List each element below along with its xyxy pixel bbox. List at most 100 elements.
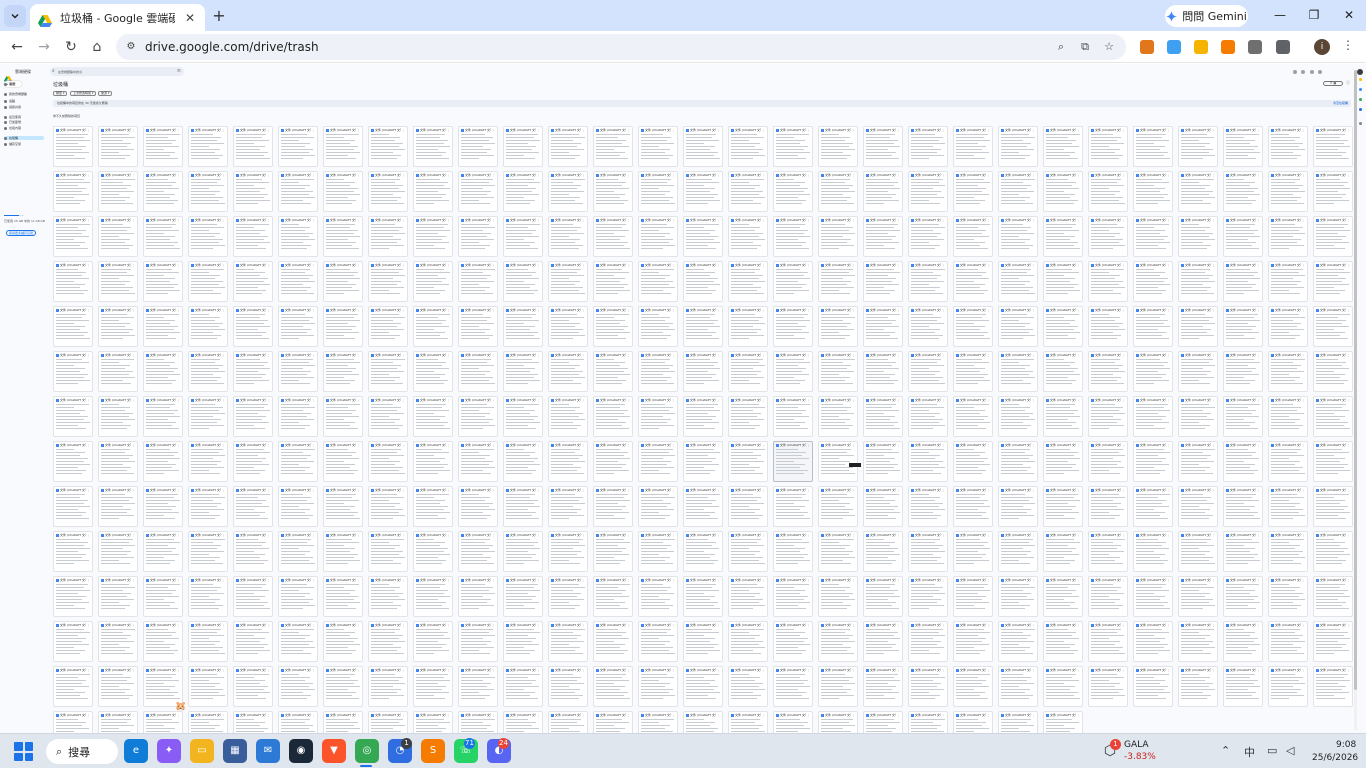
sidebar-item-6[interactable]: 垃圾內容: [4, 126, 44, 130]
file-card[interactable]: 文件 (ChatGPT 文字) 已刪除⋮: [683, 486, 723, 527]
more-actions-icon[interactable]: ⋮: [87, 218, 90, 222]
file-card[interactable]: 文件 (ChatGPT 文字) 已刪除⋮: [233, 621, 273, 662]
more-actions-icon[interactable]: ⋮: [492, 218, 495, 222]
more-actions-icon[interactable]: ⋮: [762, 488, 765, 492]
more-actions-icon[interactable]: ⋮: [717, 398, 720, 402]
more-actions-icon[interactable]: ⋮: [1302, 488, 1305, 492]
file-card[interactable]: 文件 (ChatGPT 文字) 已刪除⋮: [593, 306, 633, 347]
file-card[interactable]: 文件 (ChatGPT 文字) 已刪除⋮: [1178, 576, 1218, 617]
file-card[interactable]: 文件 (ChatGPT 文字) 已刪除⋮: [548, 126, 588, 167]
more-actions-icon[interactable]: ⋮: [627, 218, 630, 222]
file-card[interactable]: 文件 (ChatGPT 文字) 已刪除⋮: [818, 576, 858, 617]
more-actions-icon[interactable]: ⋮: [1122, 578, 1125, 582]
more-actions-icon[interactable]: ⋮: [942, 443, 945, 447]
file-card[interactable]: 文件 (ChatGPT 文字) 已刪除⋮: [368, 261, 408, 302]
file-card[interactable]: 文件 (ChatGPT 文字) 已刪除⋮: [728, 171, 768, 212]
more-actions-icon[interactable]: ⋮: [222, 443, 225, 447]
file-card[interactable]: 文件 (ChatGPT 文字) 已刪除⋮: [233, 396, 273, 437]
profile-avatar[interactable]: i: [1314, 39, 1330, 55]
file-card[interactable]: 文件 (ChatGPT 文字) 已刪除⋮: [728, 216, 768, 257]
more-actions-icon[interactable]: ⋮: [1257, 173, 1260, 177]
file-card[interactable]: 文件 (ChatGPT 文字) 已刪除⋮: [323, 351, 363, 392]
file-card[interactable]: 文件 (ChatGPT 文字) 已刪除⋮: [1313, 171, 1353, 212]
more-actions-icon[interactable]: ⋮: [1212, 308, 1215, 312]
more-actions-icon[interactable]: ⋮: [852, 218, 855, 222]
more-actions-icon[interactable]: ⋮: [897, 308, 900, 312]
file-card[interactable]: 文件 (ChatGPT 文字) 已刪除⋮: [1088, 441, 1128, 482]
file-card[interactable]: 文件 (ChatGPT 文字) 已刪除⋮: [953, 441, 993, 482]
file-card[interactable]: 文件 (ChatGPT 文字) 已刪除⋮: [593, 531, 633, 572]
more-actions-icon[interactable]: ⋮: [672, 533, 675, 537]
file-card[interactable]: 文件 (ChatGPT 文字) 已刪除⋮: [188, 261, 228, 302]
file-card[interactable]: 文件 (ChatGPT 文字) 已刪除⋮: [98, 576, 138, 617]
more-actions-icon[interactable]: ⋮: [312, 398, 315, 402]
more-actions-icon[interactable]: ⋮: [1077, 308, 1080, 312]
more-actions-icon[interactable]: ⋮: [672, 173, 675, 177]
file-card[interactable]: 文件 (ChatGPT 文字) 已刪除⋮: [773, 441, 813, 482]
more-actions-icon[interactable]: ⋮: [852, 308, 855, 312]
more-actions-icon[interactable]: ⋮: [537, 128, 540, 132]
file-card[interactable]: 文件 (ChatGPT 文字) 已刪除⋮: [638, 351, 678, 392]
file-card[interactable]: 文件 (ChatGPT 文字) 已刪除⋮: [1178, 351, 1218, 392]
file-card[interactable]: 文件 (ChatGPT 文字) 已刪除⋮: [1268, 171, 1308, 212]
file-card[interactable]: 文件 (ChatGPT 文字) 已刪除⋮: [863, 486, 903, 527]
more-actions-icon[interactable]: ⋮: [222, 263, 225, 267]
browser-menu-icon[interactable]: ⋮: [1342, 38, 1354, 52]
more-actions-icon[interactable]: ⋮: [87, 308, 90, 312]
more-actions-icon[interactable]: ⋮: [1032, 263, 1035, 267]
file-card[interactable]: 文件 (ChatGPT 文字) 已刪除⋮: [278, 126, 318, 167]
more-actions-icon[interactable]: ⋮: [402, 488, 405, 492]
file-card[interactable]: 文件 (ChatGPT 文字) 已刪除⋮: [368, 351, 408, 392]
more-actions-icon[interactable]: ⋮: [267, 443, 270, 447]
file-card[interactable]: 文件 (ChatGPT 文字) 已刪除⋮: [1313, 351, 1353, 392]
file-card[interactable]: 文件 (ChatGPT 文字) 已刪除⋮: [188, 621, 228, 662]
file-card[interactable]: 文件 (ChatGPT 文字) 已刪除⋮: [953, 531, 993, 572]
more-actions-icon[interactable]: ⋮: [807, 173, 810, 177]
more-actions-icon[interactable]: ⋮: [537, 443, 540, 447]
more-actions-icon[interactable]: ⋮: [447, 488, 450, 492]
more-actions-icon[interactable]: ⋮: [312, 353, 315, 357]
file-card[interactable]: 文件 (ChatGPT 文字) 已刪除⋮: [593, 396, 633, 437]
more-actions-icon[interactable]: ⋮: [492, 443, 495, 447]
file-card[interactable]: 文件 (ChatGPT 文字) 已刪除⋮: [728, 261, 768, 302]
file-card[interactable]: 文件 (ChatGPT 文字) 已刪除⋮: [1133, 126, 1173, 167]
more-actions-icon[interactable]: ⋮: [807, 533, 810, 537]
file-card[interactable]: 文件 (ChatGPT 文字) 已刪除⋮: [1223, 306, 1263, 347]
more-actions-icon[interactable]: ⋮: [897, 443, 900, 447]
file-card[interactable]: 文件 (ChatGPT 文字) 已刪除⋮: [818, 441, 858, 482]
more-actions-icon[interactable]: ⋮: [762, 353, 765, 357]
file-card[interactable]: 文件 (ChatGPT 文字) 已刪除⋮: [188, 306, 228, 347]
file-card[interactable]: 文件 (ChatGPT 文字) 已刪除⋮: [1223, 261, 1263, 302]
sidebar-item-1[interactable]: 我的雲端硬碟: [4, 92, 44, 96]
file-card[interactable]: 文件 (ChatGPT 文字) 已刪除⋮: [908, 576, 948, 617]
more-actions-icon[interactable]: ⋮: [357, 308, 360, 312]
more-actions-icon[interactable]: ⋮: [807, 443, 810, 447]
file-card[interactable]: 文件 (ChatGPT 文字) 已刪除⋮: [143, 351, 183, 392]
more-actions-icon[interactable]: ⋮: [1212, 578, 1215, 582]
more-actions-icon[interactable]: ⋮: [267, 398, 270, 402]
file-card[interactable]: 文件 (ChatGPT 文字) 已刪除⋮: [188, 441, 228, 482]
more-actions-icon[interactable]: ⋮: [132, 578, 135, 582]
file-card[interactable]: 文件 (ChatGPT 文字) 已刪除⋮: [953, 351, 993, 392]
more-actions-icon[interactable]: ⋮: [942, 533, 945, 537]
file-card[interactable]: 文件 (ChatGPT 文字) 已刪除⋮: [908, 261, 948, 302]
more-actions-icon[interactable]: ⋮: [1302, 218, 1305, 222]
file-card[interactable]: 文件 (ChatGPT 文字) 已刪除⋮: [638, 171, 678, 212]
file-card[interactable]: 文件 (ChatGPT 文字) 已刪除⋮: [1133, 486, 1173, 527]
minimize-button[interactable]: —: [1265, 5, 1295, 25]
more-actions-icon[interactable]: ⋮: [1122, 173, 1125, 177]
file-card[interactable]: 文件 (ChatGPT 文字) 已刪除⋮: [863, 126, 903, 167]
file-card[interactable]: 文件 (ChatGPT 文字) 已刪除⋮: [1223, 576, 1263, 617]
more-actions-icon[interactable]: ⋮: [852, 488, 855, 492]
more-actions-icon[interactable]: ⋮: [447, 128, 450, 132]
more-actions-icon[interactable]: ⋮: [1302, 263, 1305, 267]
more-actions-icon[interactable]: ⋮: [1212, 398, 1215, 402]
more-actions-icon[interactable]: ⋮: [402, 443, 405, 447]
more-actions-icon[interactable]: ⋮: [402, 353, 405, 357]
file-card[interactable]: 文件 (ChatGPT 文字) 已刪除⋮: [413, 216, 453, 257]
file-card[interactable]: 文件 (ChatGPT 文字) 已刪除⋮: [548, 171, 588, 212]
more-actions-icon[interactable]: ⋮: [1122, 488, 1125, 492]
file-card[interactable]: 文件 (ChatGPT 文字) 已刪除⋮: [98, 261, 138, 302]
more-actions-icon[interactable]: ⋮: [222, 578, 225, 582]
file-card[interactable]: 文件 (ChatGPT 文字) 已刪除⋮: [413, 576, 453, 617]
